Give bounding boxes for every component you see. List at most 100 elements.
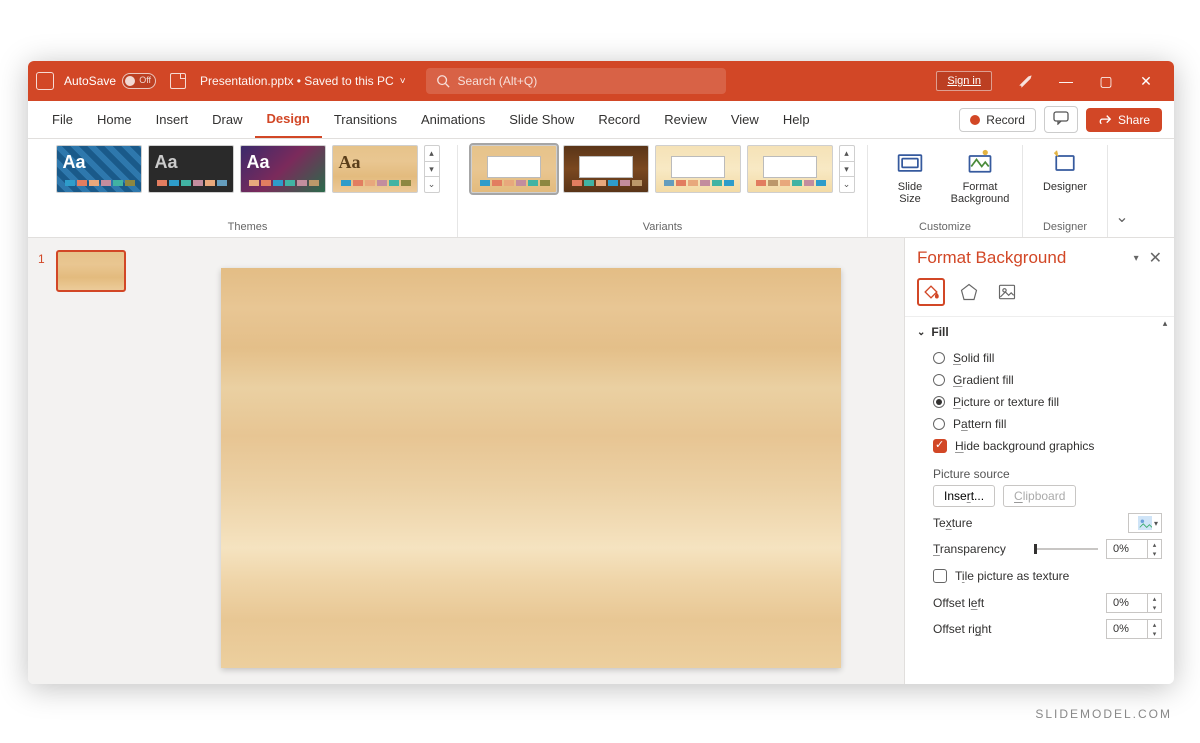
theme-thumb[interactable]: Aa	[56, 145, 142, 193]
variant-thumb[interactable]	[563, 145, 649, 193]
variant-thumb[interactable]	[747, 145, 833, 193]
document-title[interactable]: Presentation.pptx • Saved to this PC	[200, 74, 394, 88]
group-label-themes: Themes	[228, 217, 268, 237]
save-icon[interactable]	[170, 73, 186, 89]
designer-icon	[1051, 149, 1079, 177]
autosave-control[interactable]: AutoSave Off	[64, 73, 156, 89]
picture-source-label: Picture source	[917, 457, 1162, 485]
slide-canvas[interactable]	[221, 268, 841, 668]
app-window: AutoSave Off Presentation.pptx • Saved t…	[28, 61, 1174, 684]
picture-tab[interactable]	[993, 278, 1021, 306]
group-label-designer: Designer	[1043, 217, 1087, 237]
tab-help[interactable]: Help	[771, 101, 822, 138]
pane-body: ⌄Fill Solid fill Gradient fill Picture o…	[905, 317, 1174, 647]
pen-input-icon[interactable]	[1006, 61, 1046, 101]
pane-close-button[interactable]: ✕	[1149, 248, 1162, 268]
comment-icon	[1053, 111, 1069, 125]
search-icon	[436, 74, 450, 88]
solid-fill-radio[interactable]: Solid fill	[917, 347, 1162, 369]
pane-scrollbar[interactable]: ▴▾	[1158, 318, 1172, 680]
powerpoint-icon	[36, 72, 54, 90]
title-bar: AutoSave Off Presentation.pptx • Saved t…	[28, 61, 1174, 101]
workspace: 1 Format Background ▾ ✕ ⌄Fill Solid fill…	[28, 238, 1174, 684]
clipboard-button[interactable]: Clipboard	[1003, 485, 1076, 507]
share-button[interactable]: Share	[1086, 108, 1162, 132]
tab-draw[interactable]: Draw	[200, 101, 254, 138]
tab-design[interactable]: Design	[255, 101, 322, 138]
tab-record[interactable]: Record	[586, 101, 652, 138]
texture-swatch-icon	[1138, 516, 1152, 530]
share-icon	[1098, 113, 1112, 127]
tab-file[interactable]: File	[40, 101, 85, 138]
offset-right-spinner[interactable]: 0%▴▾	[1106, 619, 1162, 639]
record-dot-icon	[970, 115, 980, 125]
maximize-button[interactable]: ▢	[1086, 61, 1126, 101]
close-button[interactable]: ✕	[1126, 61, 1166, 101]
ribbon: Aa Aa Aa Aa ▴▾⌄ Themes ▴▾⌄ Variants	[28, 139, 1174, 238]
group-label-variants: Variants	[643, 217, 683, 237]
theme-thumb[interactable]: Aa	[148, 145, 234, 193]
search-input[interactable]: Search (Alt+Q)	[426, 68, 726, 94]
pane-title: Format Background	[917, 248, 1134, 268]
customize-group: Slide Size Format Background Customize	[868, 145, 1023, 237]
tab-animations[interactable]: Animations	[409, 101, 497, 138]
offset-right-label: Offset right	[933, 622, 1098, 636]
theme-thumb[interactable]: Aa	[240, 145, 326, 193]
variants-gallery-scroll[interactable]: ▴▾⌄	[839, 145, 855, 193]
designer-button[interactable]: Designer	[1033, 145, 1097, 193]
variants-group: ▴▾⌄ Variants	[458, 145, 868, 237]
gradient-fill-radio[interactable]: Gradient fill	[917, 369, 1162, 391]
format-background-button[interactable]: Format Background	[948, 145, 1012, 205]
fill-section-header[interactable]: ⌄Fill	[917, 325, 1162, 339]
transparency-spinner[interactable]: 0%▴▾	[1106, 539, 1162, 559]
variant-thumb[interactable]	[471, 145, 557, 193]
insert-button[interactable]: Insert...	[933, 485, 995, 507]
tile-checkbox[interactable]: Tile picture as texture	[917, 565, 1162, 587]
tab-insert[interactable]: Insert	[144, 101, 201, 138]
format-background-icon	[966, 149, 994, 177]
slide-thumbnail[interactable]	[56, 250, 126, 292]
ribbon-tabs: File Home Insert Draw Design Transitions…	[28, 101, 1174, 139]
slide-canvas-area	[158, 238, 904, 684]
tab-view[interactable]: View	[719, 101, 771, 138]
watermark: SLIDEMODEL.COM	[1035, 707, 1172, 721]
format-background-pane: Format Background ▾ ✕ ⌄Fill Solid fill G…	[904, 238, 1174, 684]
comments-button[interactable]	[1044, 106, 1078, 133]
effects-tab[interactable]	[955, 278, 983, 306]
pattern-fill-radio[interactable]: Pattern fill	[917, 413, 1162, 435]
group-label-customize: Customize	[919, 217, 971, 237]
chevron-down-icon[interactable]: ˅	[400, 76, 406, 87]
offset-left-spinner[interactable]: 0%▴▾	[1106, 593, 1162, 613]
slide-thumbnails-panel: 1	[28, 238, 158, 684]
offset-left-label: Offset left	[933, 596, 1098, 610]
paint-bucket-icon	[921, 282, 941, 302]
texture-picker[interactable]	[1128, 513, 1162, 533]
tab-home[interactable]: Home	[85, 101, 144, 138]
designer-group: Designer Designer	[1023, 145, 1108, 237]
hide-graphics-checkbox[interactable]: Hide background graphics	[917, 435, 1162, 457]
tab-transitions[interactable]: Transitions	[322, 101, 409, 138]
picture-fill-radio[interactable]: Picture or texture fill	[917, 391, 1162, 413]
up-arrow-icon[interactable]: ▴	[425, 146, 439, 162]
record-button[interactable]: Record	[959, 108, 1036, 132]
tab-slideshow[interactable]: Slide Show	[497, 101, 586, 138]
minimize-button[interactable]: —	[1046, 61, 1086, 101]
signin-button[interactable]: Sign in	[936, 71, 992, 91]
slide-size-button[interactable]: Slide Size	[878, 145, 942, 205]
variant-thumb[interactable]	[655, 145, 741, 193]
collapse-ribbon-button[interactable]: ⌄	[1108, 145, 1136, 237]
texture-label: Texture	[933, 516, 1120, 530]
more-arrow-icon[interactable]: ⌄	[840, 177, 854, 192]
up-arrow-icon[interactable]: ▴	[840, 146, 854, 162]
pane-options-button[interactable]: ▾	[1134, 253, 1139, 264]
themes-gallery-scroll[interactable]: ▴▾⌄	[424, 145, 440, 193]
more-arrow-icon[interactable]: ⌄	[425, 177, 439, 192]
down-arrow-icon[interactable]: ▾	[425, 162, 439, 178]
down-arrow-icon[interactable]: ▾	[840, 162, 854, 178]
fill-tab[interactable]	[917, 278, 945, 306]
theme-thumb[interactable]: Aa	[332, 145, 418, 193]
tab-review[interactable]: Review	[652, 101, 719, 138]
autosave-toggle[interactable]: Off	[122, 73, 156, 89]
picture-icon	[997, 282, 1017, 302]
transparency-slider[interactable]	[1034, 548, 1098, 550]
